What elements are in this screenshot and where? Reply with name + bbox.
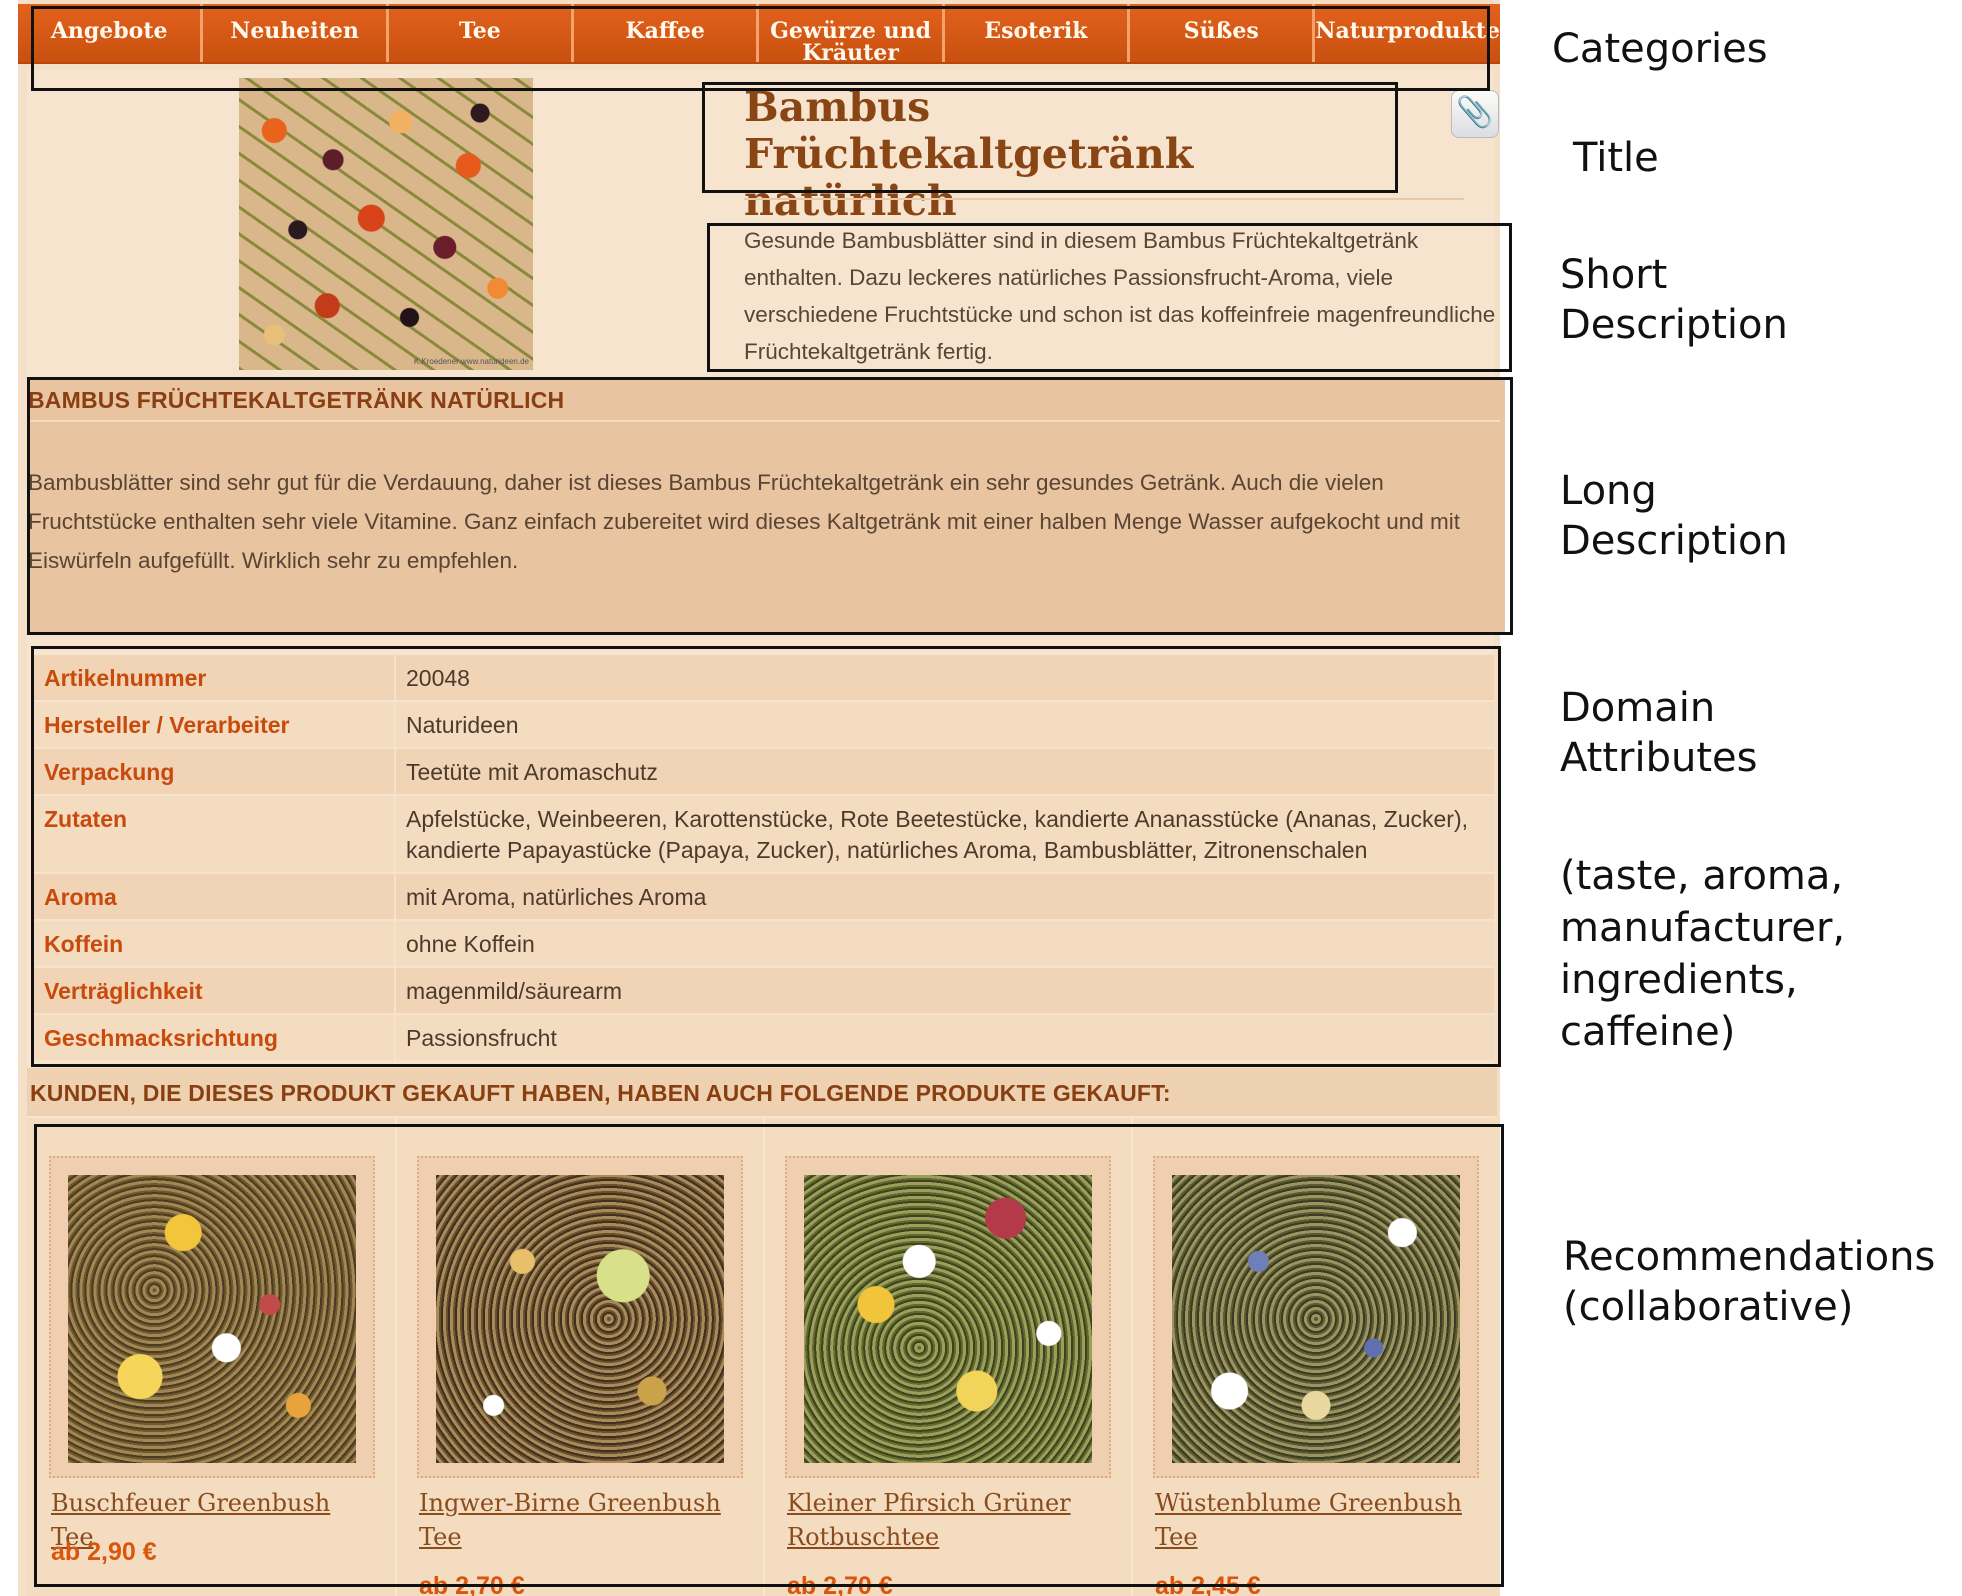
long-description-annotation-box bbox=[27, 377, 1513, 635]
categories-label: Categories bbox=[1552, 26, 1768, 72]
paperclip-icon[interactable]: 📎 bbox=[1451, 90, 1499, 138]
categories-annotation-box bbox=[31, 6, 1490, 91]
long-description-label: Long Description bbox=[1560, 468, 1788, 564]
domain-attributes-annotation-box bbox=[31, 646, 1501, 1067]
image-caption: K.Kroedener www.naturideen.de bbox=[413, 357, 529, 366]
title-divider bbox=[744, 198, 1464, 200]
short-description-label: Short Description bbox=[1560, 252, 1788, 348]
recommendations-annotation-box bbox=[34, 1124, 1504, 1587]
recommendations-heading: KUNDEN, DIE DIESES PRODUKT GEKAUFT HABEN… bbox=[30, 1080, 1171, 1106]
recommendations-label: Recommendations (collaborative) bbox=[1563, 1234, 1936, 1330]
domain-attributes-label: Domain Attributes bbox=[1560, 685, 1758, 781]
domain-examples-label: (taste, aroma, manufacturer, ingredients… bbox=[1560, 853, 1846, 1055]
title-annotation-box bbox=[702, 82, 1398, 193]
title-label: Title bbox=[1573, 135, 1659, 181]
product-image[interactable]: K.Kroedener www.naturideen.de bbox=[239, 78, 533, 370]
short-description-annotation-box bbox=[707, 223, 1512, 372]
page: Angebote Neuheiten Tee Kaffee Gewürze un… bbox=[0, 0, 1962, 1596]
